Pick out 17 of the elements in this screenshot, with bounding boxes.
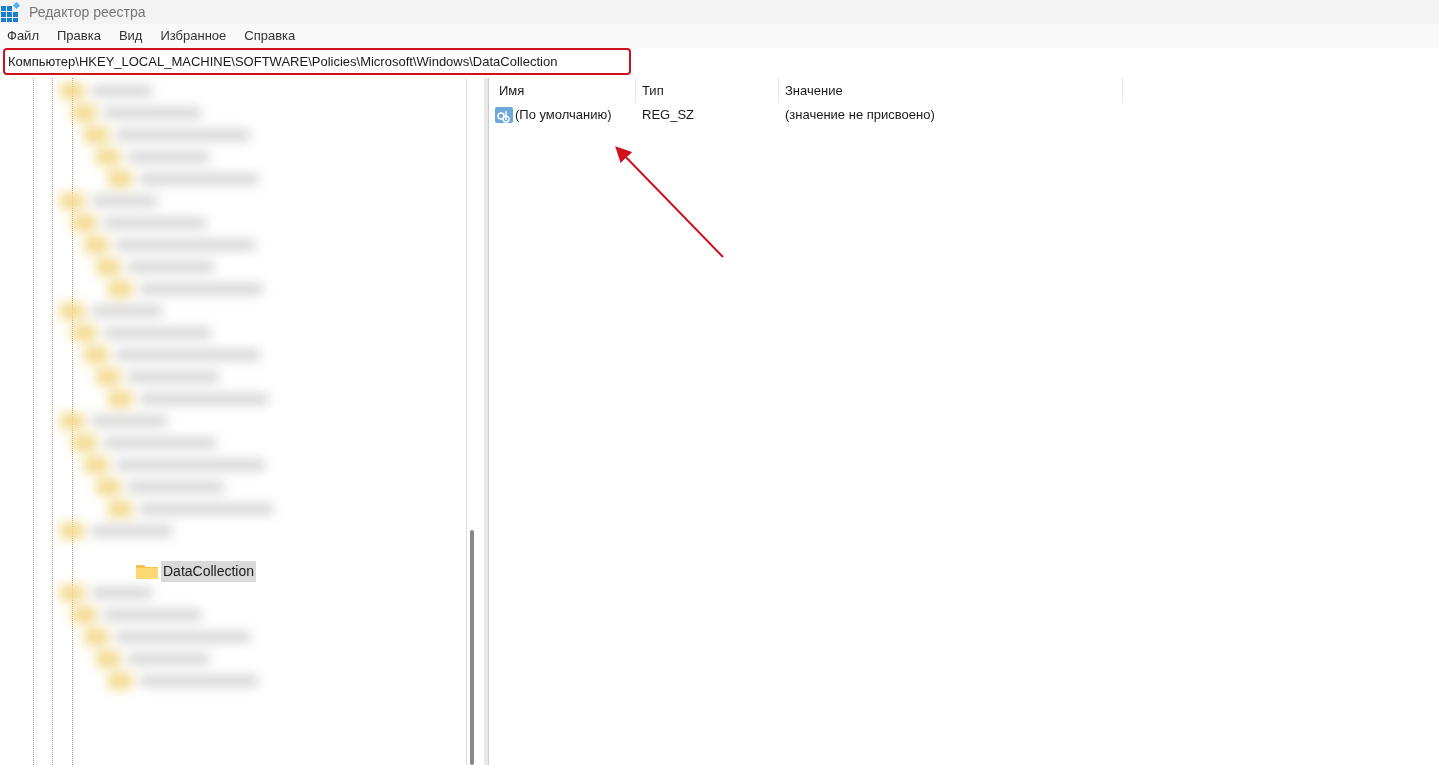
column-header[interactable]: Значение: [779, 78, 1123, 103]
address-bar[interactable]: Компьютер\HKEY_LOCAL_MACHINE\SOFTWARE\Policies\Microsoft\Windows\DataCollection: [3, 48, 631, 75]
table-cell-text: (По умолчанию): [515, 106, 612, 125]
menu-item[interactable]: Справка: [244, 26, 296, 46]
column-header[interactable]: Имя: [493, 78, 636, 103]
table-cell-text: REG_SZ: [641, 106, 695, 125]
menu-item[interactable]: Правка: [56, 26, 101, 46]
column-header[interactable]: Тип: [636, 78, 779, 103]
menu-item[interactable]: Избранное: [160, 26, 227, 46]
app-icon: [1, 2, 21, 22]
folder-icon: [136, 563, 158, 579]
string-value-icon: [495, 107, 513, 123]
table-cell-text: (значение не присвоено): [784, 106, 936, 125]
tree-item[interactable]: DataCollection: [161, 560, 257, 582]
menu-item[interactable]: Файл: [7, 26, 39, 46]
menu-item[interactable]: Вид: [118, 26, 143, 46]
window-title: Редактор реестра: [29, 2, 146, 22]
